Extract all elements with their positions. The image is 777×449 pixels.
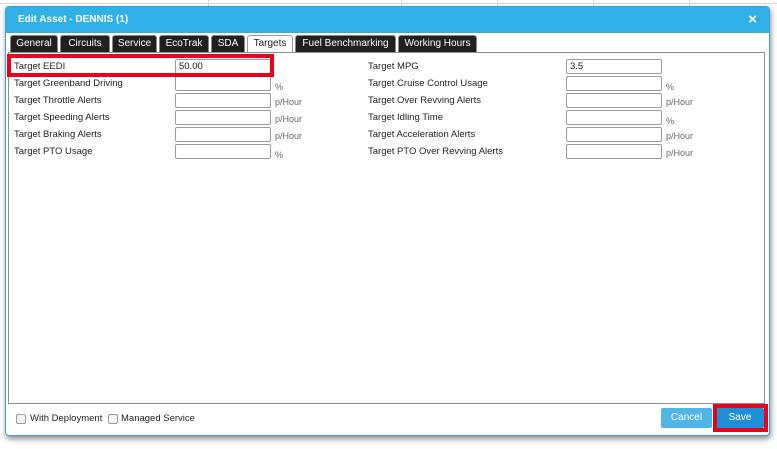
target-greenband-driving-unit: % [275, 82, 284, 92]
target-braking-alerts-field[interactable] [175, 127, 271, 142]
tab-fuel-benchmarking[interactable]: Fuel Benchmarking [295, 35, 396, 53]
tab-working-hours[interactable]: Working Hours [398, 35, 477, 53]
target-acceleration-alerts-unit: p/Hour [666, 131, 694, 141]
target-throttle-alerts-label: Target Throttle Alerts [14, 95, 102, 106]
target-eedi-field[interactable] [175, 59, 271, 74]
target-mpg-label: Target MPG [368, 61, 419, 72]
target-cruise-control-usage-field[interactable] [566, 76, 662, 91]
managed-service-label: Managed Service [121, 413, 195, 424]
target-throttle-alerts-field[interactable] [175, 93, 271, 108]
close-icon[interactable]: × [748, 11, 757, 29]
cancel-button[interactable]: Cancel [661, 408, 712, 428]
target-pto-over-revving-alerts-unit: p/Hour [666, 148, 694, 158]
target-over-revving-alerts-unit: p/Hour [666, 97, 694, 107]
tab-service[interactable]: Service [112, 35, 157, 53]
target-mpg-field[interactable] [566, 59, 662, 74]
target-throttle-alerts-unit: p/Hour [275, 97, 303, 107]
targets-panel: Target EEDI Target Greenband Driving % T… [7, 52, 765, 404]
target-pto-over-revving-alerts-label: Target PTO Over Revving Alerts [368, 146, 503, 157]
target-acceleration-alerts-label: Target Acceleration Alerts [368, 129, 476, 140]
tab-sda[interactable]: SDA [211, 35, 245, 53]
target-cruise-control-usage-label: Target Cruise Control Usage [368, 78, 488, 89]
target-idling-time-field[interactable] [566, 110, 662, 125]
target-speeding-alerts-unit: p/Hour [275, 114, 303, 124]
target-pto-over-revving-alerts-field[interactable] [566, 144, 662, 159]
tab-ecotrak[interactable]: EcoTrak [159, 35, 209, 53]
with-deployment-label: With Deployment [30, 413, 103, 424]
tab-circuits[interactable]: Circuits [60, 35, 110, 53]
tab-general[interactable]: General [10, 35, 58, 53]
target-greenband-driving-field[interactable] [175, 76, 271, 91]
target-braking-alerts-unit: p/Hour [275, 131, 303, 141]
target-speeding-alerts-field[interactable] [175, 110, 271, 125]
save-button[interactable]: Save [716, 408, 764, 428]
target-over-revving-alerts-field[interactable] [566, 93, 662, 108]
background-gridline [0, 3, 777, 4]
target-pto-usage-unit: % [275, 150, 284, 160]
with-deployment-checkbox[interactable] [16, 414, 26, 424]
target-eedi-label: Target EEDI [14, 61, 66, 72]
target-acceleration-alerts-field[interactable] [566, 127, 662, 142]
managed-service-checkbox[interactable] [108, 414, 118, 424]
target-speeding-alerts-label: Target Speeding Alerts [14, 112, 110, 123]
target-cruise-control-usage-unit: % [666, 82, 675, 92]
dialog-titlebar: Edit Asset - DENNIS (1) × [6, 7, 769, 33]
target-idling-time-label: Target Idling Time [368, 112, 443, 123]
target-braking-alerts-label: Target Braking Alerts [14, 129, 102, 140]
target-over-revving-alerts-label: Target Over Revving Alerts [368, 95, 481, 106]
target-idling-time-unit: % [666, 116, 675, 126]
target-greenband-driving-label: Target Greenband Driving [14, 78, 123, 89]
target-pto-usage-label: Target PTO Usage [14, 146, 93, 157]
dialog-title: Edit Asset - DENNIS (1) [18, 14, 129, 25]
edit-asset-dialog: Edit Asset - DENNIS (1) × General Circui… [5, 6, 770, 436]
target-pto-usage-field[interactable] [175, 144, 271, 159]
